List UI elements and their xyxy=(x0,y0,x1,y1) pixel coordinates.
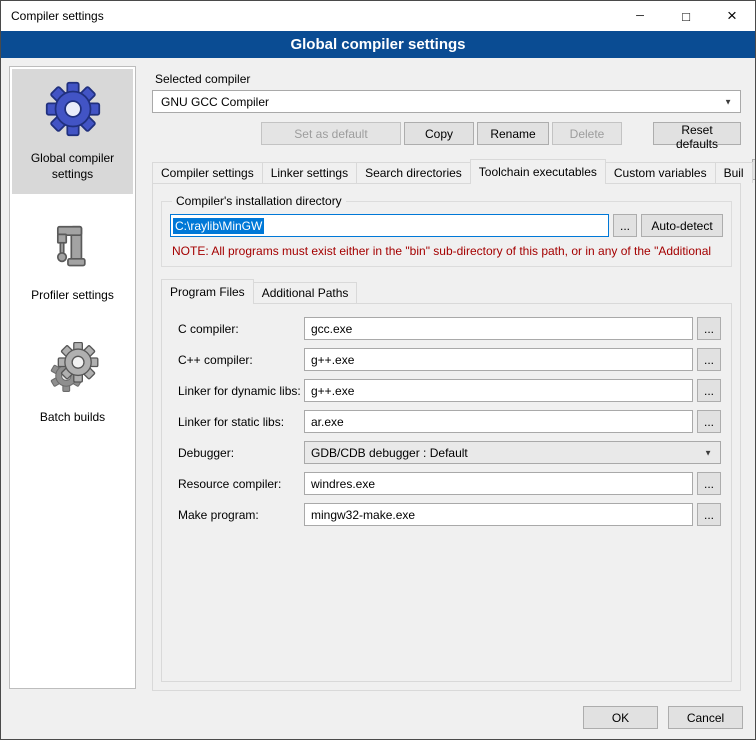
minimize-icon: ─ xyxy=(636,10,644,22)
static-linker-input[interactable]: ar.exe xyxy=(304,410,693,433)
install-dir-group: Compiler's installation directory C:\ray… xyxy=(161,194,732,267)
reset-defaults-button[interactable]: Reset defaults xyxy=(653,122,741,145)
tab-toolchain-executables[interactable]: Toolchain executables xyxy=(470,159,606,184)
selected-compiler-label: Selected compiler xyxy=(155,72,741,86)
c-compiler-browse-button[interactable]: ... xyxy=(697,317,721,340)
sidebar-item-label: Profiler settings xyxy=(31,288,114,304)
program-files-panel: C compiler: gcc.exe ... C++ compiler: g+… xyxy=(161,303,732,682)
window-controls: ─ □ × xyxy=(617,1,755,31)
subtab-program-files[interactable]: Program Files xyxy=(161,279,254,304)
dynamic-linker-input[interactable]: g++.exe xyxy=(304,379,693,402)
tabstrip: Compiler settings Linker settings Search… xyxy=(152,158,741,183)
sidebar-item-label: Batch builds xyxy=(40,410,105,426)
tab-search-directories[interactable]: Search directories xyxy=(356,162,471,183)
install-dir-input[interactable]: C:\raylib\MinGW xyxy=(170,214,609,237)
resource-compiler-input[interactable]: windres.exe xyxy=(304,472,693,495)
subtab-additional-paths[interactable]: Additional Paths xyxy=(253,282,358,303)
field-row-c-compiler: C compiler: gcc.exe ... xyxy=(178,317,721,340)
tab-build-truncated[interactable]: Buil xyxy=(715,162,753,183)
dialog-content: Global compiler settings xyxy=(1,58,755,701)
set-as-default-button[interactable]: Set as default xyxy=(261,122,401,145)
page-header: Global compiler settings xyxy=(1,31,755,58)
static-linker-label: Linker for static libs: xyxy=(178,415,304,429)
toolchain-executables-panel: Compiler's installation directory C:\ray… xyxy=(152,183,741,691)
chevron-down-icon: ▼ xyxy=(724,97,732,106)
resource-compiler-label: Resource compiler: xyxy=(178,477,304,491)
cpp-compiler-browse-button[interactable]: ... xyxy=(697,348,721,371)
install-dir-group-title: Compiler's installation directory xyxy=(172,194,346,208)
make-program-label: Make program: xyxy=(178,508,304,522)
maximize-button[interactable]: □ xyxy=(663,1,709,31)
minimize-button[interactable]: ─ xyxy=(617,1,663,31)
sidebar-item-profiler-settings[interactable]: Profiler settings xyxy=(12,208,133,316)
cpp-compiler-input[interactable]: g++.exe xyxy=(304,348,693,371)
field-row-resource-compiler: Resource compiler: windres.exe ... xyxy=(178,472,721,495)
window-title: Compiler settings xyxy=(1,1,617,31)
selected-compiler-value: GNU GCC Compiler xyxy=(161,95,269,109)
copy-button[interactable]: Copy xyxy=(404,122,474,145)
tab-compiler-settings[interactable]: Compiler settings xyxy=(152,162,263,183)
install-dir-row: C:\raylib\MinGW ... Auto-detect xyxy=(170,214,723,237)
field-row-make-program: Make program: mingw32-make.exe ... xyxy=(178,503,721,526)
cpp-compiler-label: C++ compiler: xyxy=(178,353,304,367)
dialog-footer: OK Cancel xyxy=(1,701,755,739)
make-program-browse-button[interactable]: ... xyxy=(697,503,721,526)
sidebar-item-batch-builds[interactable]: Batch builds xyxy=(12,330,133,438)
resource-compiler-browse-button[interactable]: ... xyxy=(697,472,721,495)
sidebar: Global compiler settings xyxy=(9,66,136,689)
titlebar: Compiler settings ─ □ × xyxy=(1,1,755,31)
field-row-dynamic-linker: Linker for dynamic libs: g++.exe ... xyxy=(178,379,721,402)
autodetect-button[interactable]: Auto-detect xyxy=(641,214,723,237)
debugger-dropdown[interactable]: GDB/CDB debugger : Default ▼ xyxy=(304,441,721,464)
close-icon: × xyxy=(727,6,737,26)
install-dir-value: C:\raylib\MinGW xyxy=(173,218,264,234)
selected-compiler-dropdown[interactable]: GNU GCC Compiler ▼ xyxy=(152,90,741,113)
c-compiler-label: C compiler: xyxy=(178,322,304,336)
note-text: NOTE: All programs must exist either in … xyxy=(172,244,721,258)
compiler-settings-window: Compiler settings ─ □ × Global compiler … xyxy=(0,0,756,740)
ok-button[interactable]: OK xyxy=(583,706,658,729)
dynamic-linker-browse-button[interactable]: ... xyxy=(697,379,721,402)
field-row-static-linker: Linker for static libs: ar.exe ... xyxy=(178,410,721,433)
debugger-label: Debugger: xyxy=(178,446,304,460)
maximize-icon: □ xyxy=(682,9,690,24)
profiler-icon xyxy=(46,220,100,279)
delete-button[interactable]: Delete xyxy=(552,122,622,145)
batch-builds-icon xyxy=(46,342,100,401)
cancel-button[interactable]: Cancel xyxy=(668,706,743,729)
field-row-cpp-compiler: C++ compiler: g++.exe ... xyxy=(178,348,721,371)
sidebar-item-label: Global compiler settings xyxy=(15,151,130,182)
gear-icon xyxy=(45,81,101,142)
install-dir-browse-button[interactable]: ... xyxy=(613,214,637,237)
tab-linker-settings[interactable]: Linker settings xyxy=(262,162,357,183)
field-row-debugger: Debugger: GDB/CDB debugger : Default ▼ xyxy=(178,441,721,464)
program-subtabs: Program Files Additional Paths xyxy=(161,278,732,303)
compiler-buttons-row: Set as default Copy Rename Delete Reset … xyxy=(152,122,741,145)
main-area: Selected compiler GNU GCC Compiler ▼ Set… xyxy=(146,66,747,701)
make-program-input[interactable]: mingw32-make.exe xyxy=(304,503,693,526)
tab-custom-variables[interactable]: Custom variables xyxy=(605,162,716,183)
rename-button[interactable]: Rename xyxy=(477,122,549,145)
static-linker-browse-button[interactable]: ... xyxy=(697,410,721,433)
dynamic-linker-label: Linker for dynamic libs: xyxy=(178,384,304,398)
chevron-down-icon: ▼ xyxy=(704,448,712,457)
c-compiler-input[interactable]: gcc.exe xyxy=(304,317,693,340)
debugger-value: GDB/CDB debugger : Default xyxy=(311,446,468,460)
sidebar-item-global-compiler-settings[interactable]: Global compiler settings xyxy=(12,69,133,194)
close-button[interactable]: × xyxy=(709,1,755,31)
